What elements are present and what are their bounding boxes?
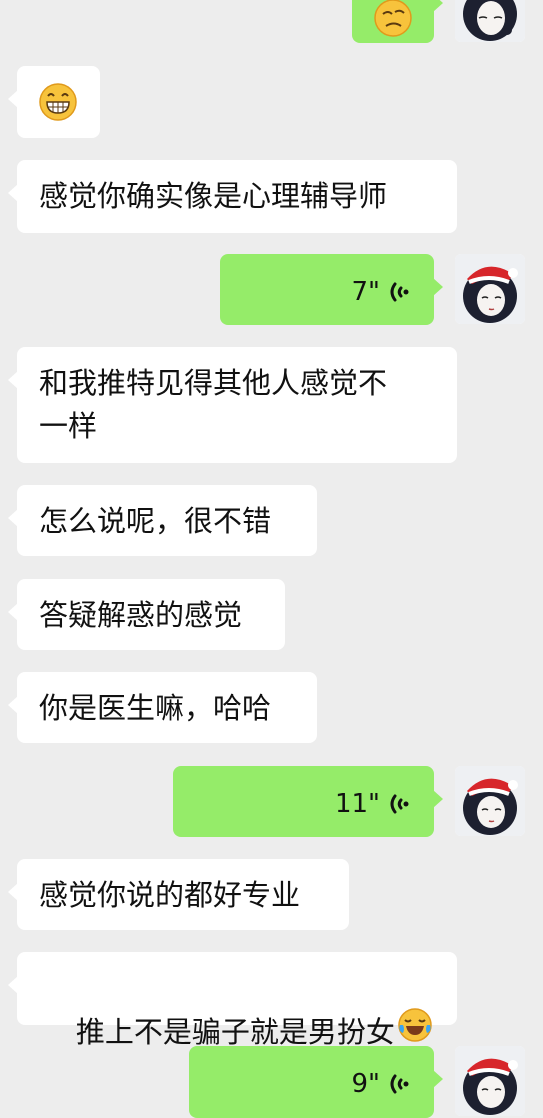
message-text: 感觉你确实像是心理辅导师 xyxy=(39,179,388,213)
message-received[interactable]: 答疑解惑的感觉 xyxy=(8,579,285,650)
avatar-self[interactable] xyxy=(455,1046,525,1116)
message-received[interactable]: 和我推特见得其他人感觉不 一样 xyxy=(8,347,457,463)
voice-duration: 9" xyxy=(351,1068,380,1099)
message-text: 答疑解惑的感觉 xyxy=(39,598,243,632)
voice-duration: 11" xyxy=(334,788,380,819)
message-received[interactable]: 感觉你说的都好专业 xyxy=(8,859,349,930)
avatar-self[interactable] xyxy=(455,0,525,42)
message-text: 感觉你说的都好专业 xyxy=(39,878,301,912)
thinking-face-icon xyxy=(373,0,413,50)
message-sent-voice[interactable]: 11" xyxy=(173,766,443,837)
message-text: 和我推特见得其他人感觉不 一样 xyxy=(39,366,388,443)
message-sent-voice[interactable]: 9" xyxy=(189,1046,443,1118)
voice-message: 7" xyxy=(351,274,416,310)
message-received[interactable]: 推上不是骗子就是男扮女 xyxy=(8,952,457,1049)
message-received[interactable]: 怎么说呢，很不错 xyxy=(8,485,317,556)
message-text-content: 推上不是骗子就是男扮女 xyxy=(75,1015,395,1049)
message-text: 怎么说呢，很不错 xyxy=(39,504,272,538)
voice-wave-icon xyxy=(390,794,409,814)
message-received-emoji[interactable] xyxy=(8,66,100,138)
voice-wave-icon xyxy=(390,282,409,302)
message-received[interactable]: 感觉你确实像是心理辅导师 xyxy=(8,160,457,233)
avatar-self[interactable] xyxy=(455,254,525,324)
voice-message: 9" xyxy=(351,1066,416,1102)
message-sent-emoji[interactable] xyxy=(352,0,443,43)
voice-wave-icon xyxy=(390,1074,409,1094)
message-sent-voice[interactable]: 7" xyxy=(220,254,443,325)
voice-message: 11" xyxy=(335,786,416,822)
voice-duration: 7" xyxy=(351,276,380,307)
message-text: 你是医生嘛，哈哈 xyxy=(39,691,272,725)
avatar-self[interactable] xyxy=(455,766,525,836)
grinning-face-icon xyxy=(38,82,78,134)
message-received[interactable]: 你是医生嘛，哈哈 xyxy=(8,672,317,743)
